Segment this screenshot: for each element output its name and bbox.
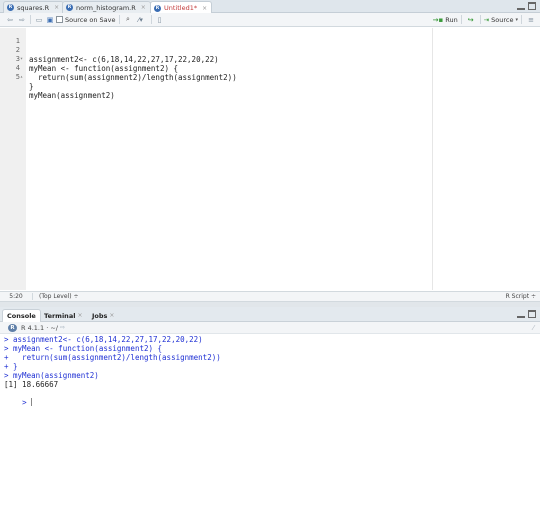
source-on-save-checkbox[interactable]: [56, 16, 63, 23]
tab-jobs[interactable]: Jobs ×: [88, 309, 118, 322]
clear-console-icon[interactable]: ⁄: [533, 324, 534, 332]
forward-arrow-icon[interactable]: ⇨: [17, 15, 27, 25]
console-prompt-line[interactable]: >: [4, 389, 33, 407]
console-output[interactable]: > assignment2<- c(6,18,14,22,27,17,22,20…: [0, 334, 540, 528]
console-tab-bar: Console Terminal × Jobs ×: [0, 307, 540, 322]
toolbar-divider: [521, 15, 522, 24]
r-file-icon: R: [66, 4, 73, 11]
run-button[interactable]: →▪ Run: [433, 16, 458, 24]
console-line: > myMean <- function(assignment2) {: [4, 344, 163, 353]
source-on-save-label: Source on Save: [65, 15, 116, 24]
chevron-down-icon: ▾: [515, 16, 518, 23]
close-icon[interactable]: ×: [109, 312, 114, 319]
code-tools-wand-icon[interactable]: ⁄▾: [134, 15, 148, 25]
text-cursor: [31, 398, 33, 406]
cursor-position: 5:20: [9, 293, 23, 300]
document-outline-icon[interactable]: ≡: [525, 15, 537, 25]
code-line: 5 myMean(assignment2): [15, 73, 115, 100]
close-icon[interactable]: ×: [141, 4, 146, 11]
code-line: 4 ▴ }: [15, 64, 34, 91]
fold-toggle-icon[interactable]: ▴: [20, 73, 23, 82]
minimize-icon[interactable]: [517, 7, 525, 10]
run-arrow-icon: →▪: [432, 15, 444, 24]
r-file-icon: R: [154, 4, 161, 12]
go-to-directory-icon[interactable]: ⇨: [60, 324, 65, 331]
margin-guide: [432, 28, 433, 290]
code-editor[interactable]: 1 assignment2<- c(6,18,14,22,27,17,22,20…: [0, 28, 540, 290]
tab-terminal[interactable]: Terminal ×: [40, 309, 86, 322]
editor-tab-squares[interactable]: R squares.R ×: [3, 1, 65, 13]
close-icon[interactable]: ×: [202, 5, 207, 12]
compile-report-icon[interactable]: ▯: [155, 15, 165, 25]
maximize-icon[interactable]: [528, 310, 536, 318]
toolbar-divider: [150, 15, 152, 24]
toolbar-divider: [460, 15, 462, 24]
console-line: > myMean(assignment2): [4, 371, 99, 380]
source-arrow-icon: ⇥: [483, 15, 490, 24]
editor-window-controls: [517, 2, 536, 10]
toolbar-divider: [30, 15, 31, 24]
file-type-selector[interactable]: R Script ÷: [506, 293, 536, 300]
console-line: + }: [4, 362, 18, 371]
maximize-icon[interactable]: [528, 2, 536, 10]
r-logo-icon: R: [8, 323, 17, 332]
rerun-icon[interactable]: ↪: [465, 15, 477, 25]
tab-label: squares.R: [17, 3, 50, 12]
toolbar-divider: [479, 15, 481, 24]
code-line: 1 assignment2<- c(6,18,14,22,27,17,22,20…: [15, 37, 219, 64]
console-info-bar: R R 4.1.1 · ~/ ⇨ ⁄: [0, 322, 540, 334]
editor-toolbar: ⇦ ⇨ ▭ ▣ Source on Save ⌕ ⁄▾ ▯ →▪ Run ↪ ⇥…: [0, 13, 540, 27]
tab-label: norm_histogram.R: [76, 3, 136, 12]
editor-status-bar: 5:20 (Top Level) ÷ R Script ÷: [0, 291, 540, 302]
console-line: + return(sum(assignment2)/length(assignm…: [4, 353, 221, 362]
console-prompt: >: [22, 398, 27, 407]
console-window-controls: [517, 310, 536, 318]
back-arrow-icon[interactable]: ⇦: [3, 15, 17, 25]
scope-selector[interactable]: (Top Level) ÷: [32, 293, 79, 300]
save-icon[interactable]: ▣: [44, 15, 56, 25]
fold-toggle-icon[interactable]: ▾: [20, 55, 23, 64]
editor-tab-norm-histogram[interactable]: R norm_histogram.R ×: [62, 1, 151, 13]
toolbar-divider: [118, 15, 120, 24]
console-result: [1] 18.66667: [4, 380, 59, 389]
close-icon[interactable]: ×: [54, 4, 59, 11]
r-file-icon: R: [7, 4, 14, 11]
search-icon[interactable]: ⌕: [123, 15, 134, 25]
r-version: R 4.1.1 · ~/: [21, 323, 58, 332]
show-in-window-icon[interactable]: ▭: [34, 15, 44, 25]
minimize-icon[interactable]: [517, 315, 525, 318]
editor-tab-bar: R squares.R × R norm_histogram.R × R Unt…: [0, 0, 540, 14]
console-line: > assignment2<- c(6,18,14,22,27,17,22,20…: [4, 335, 203, 344]
code-line: 3 return(sum(assignment2)/length(assignm…: [15, 55, 237, 82]
source-button[interactable]: ⇥ Source ▾: [484, 16, 518, 24]
code-line: 2 ▾ myMean <- function(assignment2) {: [15, 46, 179, 73]
tab-label: Untitled1*: [164, 4, 198, 12]
tab-console[interactable]: Console: [2, 309, 41, 322]
close-icon[interactable]: ×: [77, 312, 82, 319]
